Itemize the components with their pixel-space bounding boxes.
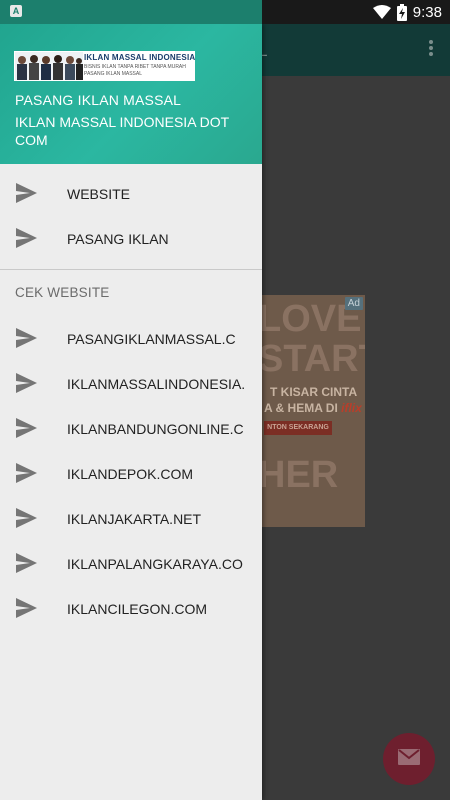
send-icon bbox=[16, 183, 37, 203]
brand-logo: IKLAN MASSAL INDONESIA BISNIS IKLAN TANP… bbox=[14, 51, 195, 81]
fab-email-button[interactable] bbox=[383, 733, 435, 785]
menu-item-iklancilegon[interactable]: IKLANCILEGON.COM bbox=[0, 586, 262, 631]
drawer-header-title: PASANG IKLAN MASSAL bbox=[15, 92, 182, 108]
ad-badge[interactable]: Ad bbox=[344, 297, 363, 310]
drawer-menu: WEBSITE PASANG IKLAN CEK WEBSITE PASANGI… bbox=[0, 164, 262, 631]
logo-people-image bbox=[15, 52, 83, 80]
menu-item-label: IKLANJAKARTA.NET bbox=[67, 510, 202, 527]
battery-charging-icon bbox=[396, 3, 407, 21]
menu-item-iklanjakarta[interactable]: IKLANJAKARTA.NET bbox=[0, 496, 262, 541]
ad-banner[interactable]: LOVE START T KISAR CINTA A & HEMA DI ifl… bbox=[262, 295, 365, 527]
notification-icon: A bbox=[10, 5, 22, 17]
ad-cta-button[interactable]: NTON SEKARANG bbox=[264, 421, 332, 435]
send-icon bbox=[16, 418, 37, 438]
ad-text-line-2-prefix: A & HEMA DI bbox=[264, 401, 342, 415]
logo-subtitle-line-2: PASANG IKLAN MASSAL bbox=[84, 71, 142, 77]
send-icon bbox=[16, 553, 37, 573]
menu-item-pasangiklanmassal[interactable]: PASANGIKLANMASSAL.C bbox=[0, 316, 262, 361]
send-icon bbox=[16, 598, 37, 618]
overflow-menu-icon[interactable] bbox=[428, 38, 434, 58]
send-icon bbox=[16, 373, 37, 393]
drawer-header-subtitle: IKLAN MASSAL INDONESIA DOT COM bbox=[15, 114, 229, 148]
logo-title: IKLAN MASSAL INDONESIA bbox=[84, 53, 195, 62]
menu-item-label: IKLANDEPOK.COM bbox=[67, 465, 194, 482]
email-icon bbox=[398, 748, 420, 770]
wifi-icon bbox=[372, 5, 391, 19]
menu-item-label: IKLANMASSALINDONESIA. bbox=[67, 375, 246, 392]
send-icon bbox=[16, 228, 37, 248]
navigation-drawer: IKLAN MASSAL INDONESIA BISNIS IKLAN TANP… bbox=[0, 24, 262, 800]
ad-headline-2: START bbox=[262, 338, 365, 380]
menu-item-iklandepok[interactable]: IKLANDEPOK.COM bbox=[0, 451, 262, 496]
status-bar: A 9:38 bbox=[0, 0, 450, 24]
send-icon bbox=[16, 463, 37, 483]
send-icon bbox=[16, 328, 37, 348]
ad-brand-logo: iflix bbox=[341, 401, 362, 415]
menu-item-label: IKLANPALANGKARAYA.CO bbox=[67, 555, 243, 572]
status-bar-drawer-tint bbox=[0, 0, 262, 24]
section-header-cek-website: CEK WEBSITE bbox=[15, 285, 110, 300]
ad-headline-3: HER bbox=[262, 454, 339, 496]
menu-item-label: IKLANCILEGON.COM bbox=[67, 600, 208, 617]
clock: 9:38 bbox=[412, 3, 442, 21]
ad-text-line-2: A & HEMA DI iflix bbox=[264, 401, 362, 415]
status-icons: 9:38 bbox=[372, 0, 442, 24]
ad-text-line-1: T KISAR CINTA bbox=[270, 385, 358, 399]
logo-subtitle: BISNIS IKLAN TANPA RIBET TANPA MURAH PAS… bbox=[84, 64, 186, 78]
menu-item-label: IKLANBANDUNGONLINE.C bbox=[67, 420, 244, 437]
drawer-header: IKLAN MASSAL INDONESIA BISNIS IKLAN TANP… bbox=[0, 24, 262, 164]
send-icon bbox=[16, 508, 37, 528]
menu-item-iklanmassalindonesia[interactable]: IKLANMASSALINDONESIA. bbox=[0, 361, 262, 406]
menu-item-iklanbandungonline[interactable]: IKLANBANDUNGONLINE.C bbox=[0, 406, 262, 451]
menu-item-label: WEBSITE bbox=[67, 185, 131, 202]
menu-item-pasang-iklan[interactable]: PASANG IKLAN bbox=[0, 216, 262, 261]
menu-item-website[interactable]: WEBSITE bbox=[0, 171, 262, 216]
logo-subtitle-line-1: BISNIS IKLAN TANPA RIBET TANPA MURAH bbox=[84, 64, 186, 70]
menu-item-label: PASANG IKLAN bbox=[67, 230, 169, 247]
menu-item-label: PASANGIKLANMASSAL.C bbox=[67, 330, 236, 347]
menu-item-iklanpalangkaraya[interactable]: IKLANPALANGKARAYA.CO bbox=[0, 541, 262, 586]
